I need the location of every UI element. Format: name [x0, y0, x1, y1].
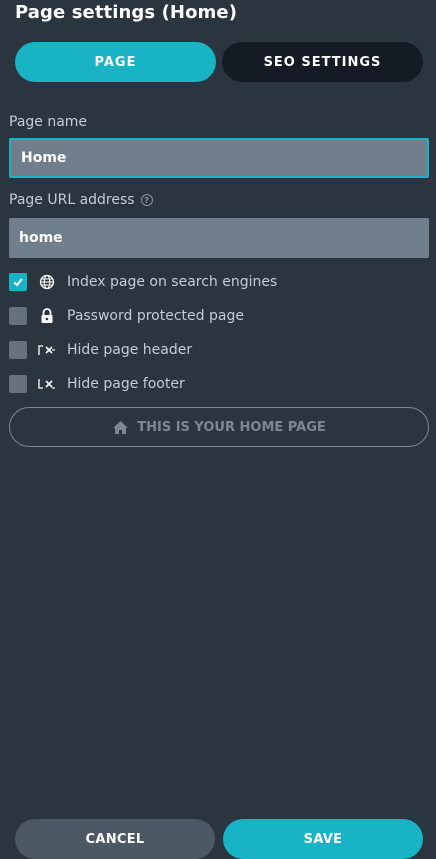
page-name-label: Page name	[9, 114, 87, 130]
home-page-button: THIS IS YOUR HOME PAGE	[9, 407, 429, 447]
panel-title: Page settings (Home)	[15, 2, 238, 23]
page-name-label-text: Page name	[9, 114, 88, 130]
option-password-protected[interactable]: Password protected page	[9, 306, 244, 326]
home-icon	[113, 420, 129, 434]
cancel-button[interactable]: CANCEL	[15, 819, 215, 859]
hide-footer-label: Hide page footer	[67, 376, 185, 392]
password-protected-checkbox[interactable]	[9, 307, 27, 325]
hide-footer-checkbox[interactable]	[9, 375, 27, 393]
option-hide-header[interactable]: Hide page header	[9, 340, 192, 360]
page-url-label: Page URL address ?	[9, 192, 153, 208]
lock-icon	[38, 307, 56, 325]
question-circle-icon[interactable]: ?	[140, 194, 153, 206]
index-page-label: Index page on search engines	[67, 274, 278, 290]
hide-header-label: Hide page header	[67, 342, 193, 358]
password-protected-label: Password protected page	[67, 308, 244, 324]
page-url-value: home	[19, 230, 63, 246]
tab-seo-settings[interactable]: SEO SETTINGS	[222, 42, 423, 82]
page-name-input[interactable]: Home	[9, 138, 429, 178]
tab-page[interactable]: PAGE	[15, 42, 216, 82]
page-url-label-text: Page URL address	[9, 192, 135, 208]
index-page-checkbox[interactable]	[9, 273, 27, 291]
option-index-page[interactable]: Index page on search engines	[9, 272, 277, 292]
footer-hide-icon	[38, 375, 56, 393]
page-url-input[interactable]: home	[9, 218, 429, 258]
home-page-button-label: THIS IS YOUR HOME PAGE	[137, 419, 326, 435]
header-hide-icon	[38, 341, 56, 359]
save-button[interactable]: SAVE	[223, 819, 423, 859]
globe-icon	[38, 273, 56, 291]
option-hide-footer[interactable]: Hide page footer	[9, 374, 185, 394]
page-name-value: Home	[21, 150, 67, 166]
hide-header-checkbox[interactable]	[9, 341, 27, 359]
checkmark-icon	[13, 278, 23, 287]
